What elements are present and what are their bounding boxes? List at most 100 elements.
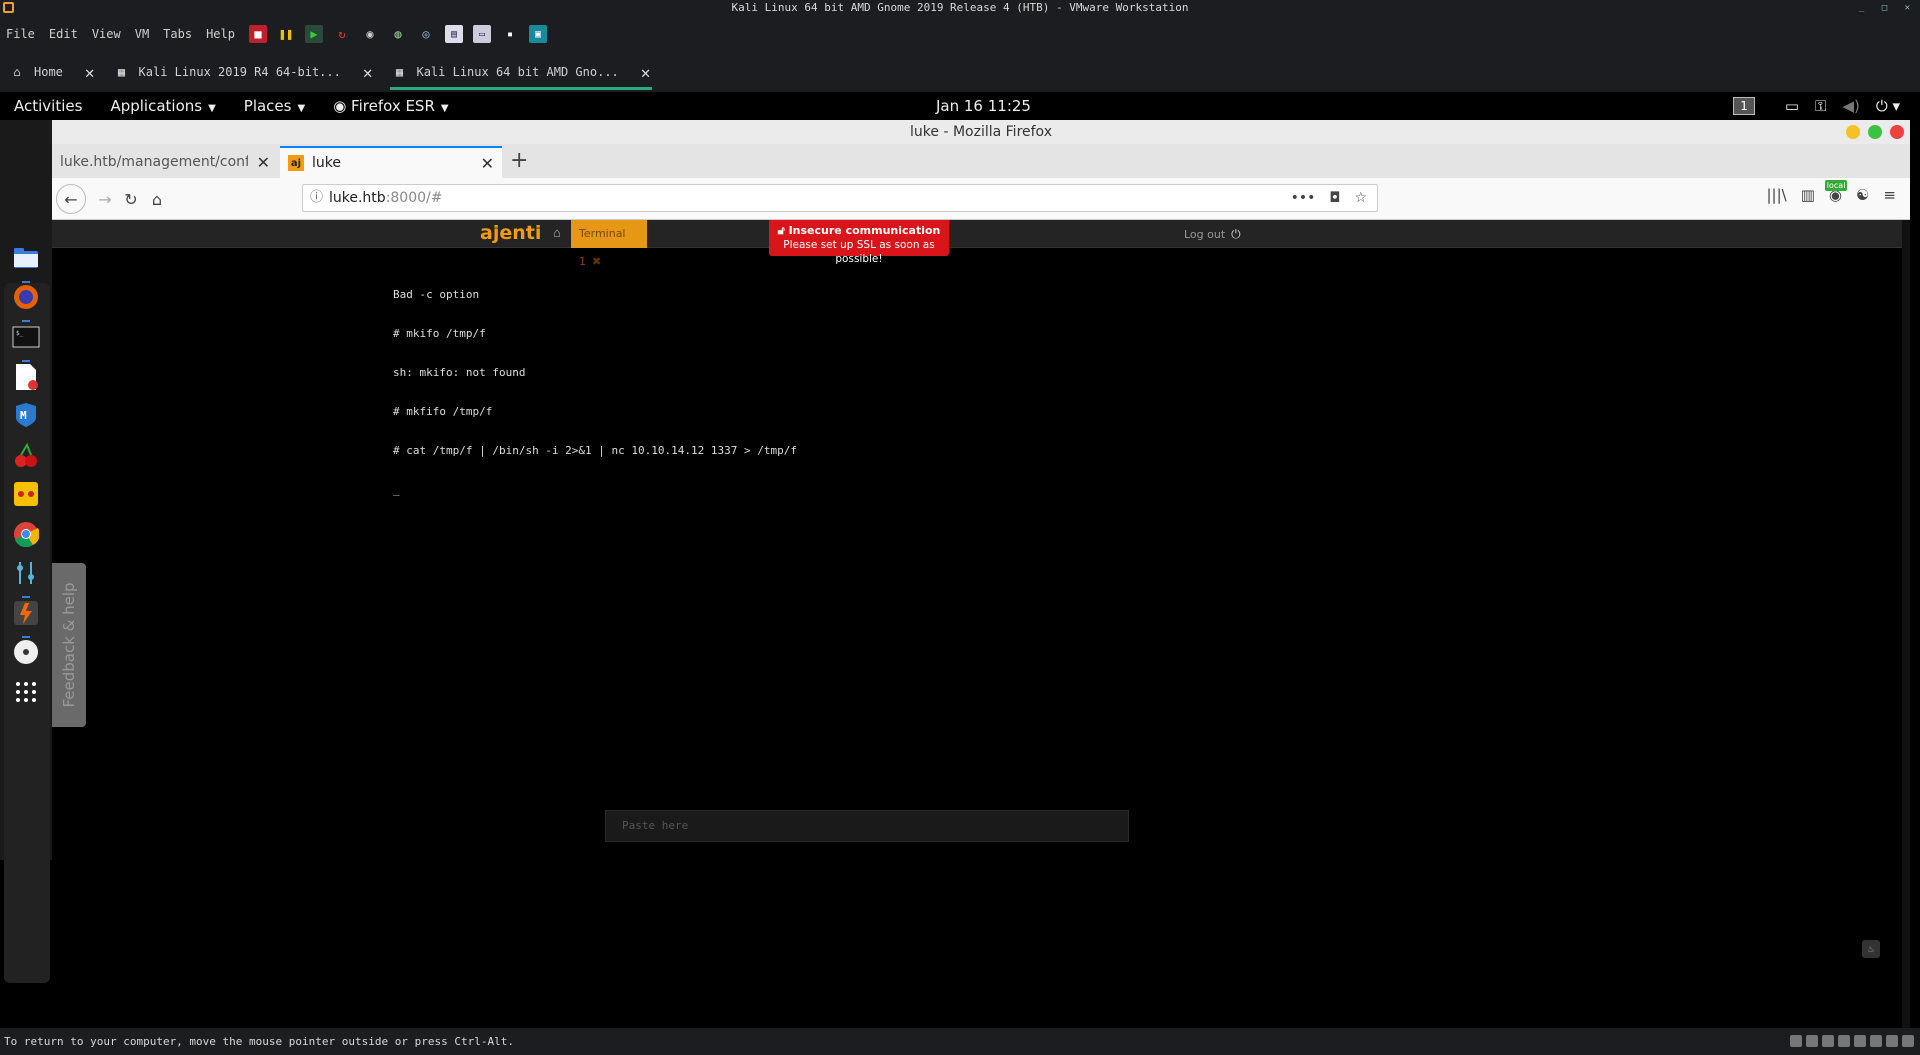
close-icon[interactable]: ✕ (85, 63, 95, 82)
hamburger-menu-icon[interactable]: ≡ (1883, 186, 1896, 204)
library-icon[interactable]: |||\ (1766, 186, 1786, 204)
hdd-icon[interactable] (1790, 1035, 1802, 1047)
logout-label: Log out (1184, 228, 1226, 241)
burpsuite-icon[interactable] (9, 596, 43, 638)
menu-view[interactable]: View (92, 27, 121, 41)
minimize-button[interactable] (1846, 125, 1860, 139)
feedback-help-tab[interactable]: Feedback & help (52, 563, 86, 727)
gnome-top-bar: Activities Applications ▼ Places ▼ ◉ Firef… (0, 92, 1920, 120)
url-actions: ••• ◘ ☆ (1291, 185, 1367, 211)
vmware-tab-kali-amd[interactable]: ▦ Kali Linux 64 bit AMD Gno... ✕ (382, 52, 660, 92)
firefox-app-menu[interactable]: ◉ Firefox ESR ▼ (333, 97, 448, 115)
menu-edit[interactable]: Edit (49, 27, 78, 41)
message-icon[interactable] (1902, 1035, 1914, 1047)
reload-button[interactable]: ↻ (118, 186, 144, 212)
pocket-icon[interactable]: ◘ (1329, 185, 1340, 211)
window-controls[interactable]: _ □ ✕ (1859, 0, 1916, 16)
show-apps-grid-icon[interactable] (9, 675, 43, 709)
ajenti-logo[interactable]: ajenti (480, 220, 541, 246)
back-button[interactable]: ← (56, 184, 86, 214)
activities-button[interactable]: Activities (14, 97, 82, 115)
extension-icon[interactable]: ☯ local (1824, 180, 1869, 204)
firefox-icon[interactable] (9, 280, 43, 322)
terminal-cursor: _ (393, 483, 400, 496)
display-icon[interactable] (1886, 1035, 1898, 1047)
lightbulb-icon[interactable]: ♨ (1862, 940, 1880, 958)
vmware-tab-bar: ⌂ Home ✕ ▦ Kali Linux 2019 R4 64-bit... … (0, 52, 1920, 92)
disc-icon[interactable] (9, 635, 43, 669)
unity-icon[interactable]: ▪ (501, 25, 519, 43)
printer-icon[interactable] (1870, 1035, 1882, 1047)
home-icon[interactable]: ⌂ (553, 226, 561, 241)
firefox-window: luke - Mozilla Firefox luke.htb/manageme… (52, 120, 1910, 1028)
close-icon[interactable]: ✕ (641, 63, 651, 82)
tab-management-config[interactable]: luke.htb/management/confi­ ✕ (52, 146, 278, 178)
files-icon[interactable] (9, 241, 43, 283)
vmware-tab-kali-r4[interactable]: ▦ Kali Linux 2019 R4 64-bit... ✕ (105, 52, 383, 92)
menu-vm[interactable]: VM (135, 27, 149, 41)
vmware-logo-icon (3, 2, 14, 13)
fullscreen-icon[interactable]: ▣ (528, 25, 547, 43)
new-tab-button[interactable]: + (510, 148, 528, 173)
chrome-icon[interactable] (9, 517, 43, 551)
navigation-toolbar: ← → ↻ ⌂ ⓘ luke.htb:8000/# ••• ◘ ☆ |||\ ▥… (52, 178, 1910, 220)
close-tab-icon[interactable]: ✕ (481, 154, 494, 173)
snapshot-manager-icon[interactable]: ◎ (417, 25, 435, 43)
vmware-tab-home[interactable]: ⌂ Home ✕ (0, 52, 105, 92)
bookmark-star-icon[interactable]: ☆ (1354, 185, 1367, 211)
network-icon[interactable] (1822, 1035, 1834, 1047)
terminal-line: Bad -c option (393, 288, 480, 301)
library-view-icon[interactable]: ▤ (444, 25, 463, 43)
page-scrollbar[interactable] (1902, 220, 1910, 1028)
paste-input[interactable]: Paste here (605, 810, 1129, 842)
url-bar[interactable]: ⓘ luke.htb:8000/# ••• ◘ ☆ (302, 184, 1378, 212)
home-icon: ⌂ (13, 65, 21, 79)
terminal-tab[interactable]: Terminal 1 ✖ (571, 220, 647, 268)
terminal-icon[interactable]: $_ (9, 320, 43, 362)
settings-sliders-icon[interactable] (9, 556, 43, 598)
cherrytree-icon[interactable] (9, 438, 43, 472)
maltego-icon[interactable] (9, 477, 43, 511)
tab-luke[interactable]: aj luke ✕ (280, 146, 502, 178)
terminal-output[interactable]: Bad -c option # mkifo /tmp/f sh: mkifo: … (393, 262, 797, 522)
terminal-line: # mkfifo /tmp/f (393, 405, 493, 418)
clock[interactable]: Jan 16 11:25 (936, 92, 1031, 120)
close-window-button[interactable] (1890, 125, 1904, 139)
window-title: luke - Mozilla Firefox (910, 124, 1052, 140)
maximize-button[interactable] (1868, 125, 1882, 139)
restart-icon[interactable]: ↻ (333, 25, 351, 43)
sidebar-icon[interactable]: ▥ (1801, 186, 1815, 204)
applications-menu[interactable]: Applications ▼ (110, 97, 215, 115)
system-tray[interactable]: 1 ▭ ⚿ ◀) ⏻ ▾ (1733, 92, 1900, 120)
pause-icon[interactable]: ❚❚ (277, 25, 295, 43)
ajenti-page: ajenti ⌂ Terminal 1 ✖ Log out ⏻ 🔓︎ Insecur… (52, 220, 1910, 1028)
metasploit-icon[interactable]: M (9, 398, 43, 432)
cdrom-icon[interactable] (1806, 1035, 1818, 1047)
vmware-status-bar: To return to your computer, move the mou… (0, 1028, 1920, 1055)
home-button[interactable]: ⌂ (144, 186, 170, 212)
power-icon: ⏻ ▾ (1875, 97, 1900, 115)
site-info-icon[interactable]: ⓘ (310, 185, 323, 211)
page-actions-icon[interactable]: ••• (1291, 185, 1316, 211)
snapshot-icon[interactable]: ◉ (361, 25, 379, 43)
screen-icon: ▭ (1784, 97, 1800, 115)
forward-button[interactable]: → (92, 186, 118, 212)
menu-file[interactable]: File (6, 27, 35, 41)
close-tab-icon[interactable]: ✕ (257, 153, 270, 172)
workspace-indicator[interactable]: 1 (1733, 97, 1755, 115)
text-editor-icon[interactable] (9, 360, 43, 394)
snapshot-revert-icon[interactable]: ◍ (389, 25, 407, 43)
play-icon[interactable]: ▶ (304, 25, 323, 43)
vm-icon: ▦ (395, 65, 404, 79)
status-text: To return to your computer, move the mou… (4, 1035, 514, 1048)
logout-button[interactable]: Log out ⏻ (1184, 220, 1241, 249)
places-menu[interactable]: Places ▼ (244, 97, 305, 115)
power-off-icon[interactable]: ■ (248, 25, 267, 43)
caret-down-icon: ▼ (297, 103, 306, 114)
usb-icon[interactable] (1838, 1035, 1850, 1047)
menu-help[interactable]: Help (206, 27, 235, 41)
close-icon[interactable]: ✕ (363, 63, 373, 82)
menu-tabs[interactable]: Tabs (163, 27, 192, 41)
console-view-icon[interactable]: ▭ (472, 25, 491, 43)
sound-icon[interactable] (1854, 1035, 1866, 1047)
